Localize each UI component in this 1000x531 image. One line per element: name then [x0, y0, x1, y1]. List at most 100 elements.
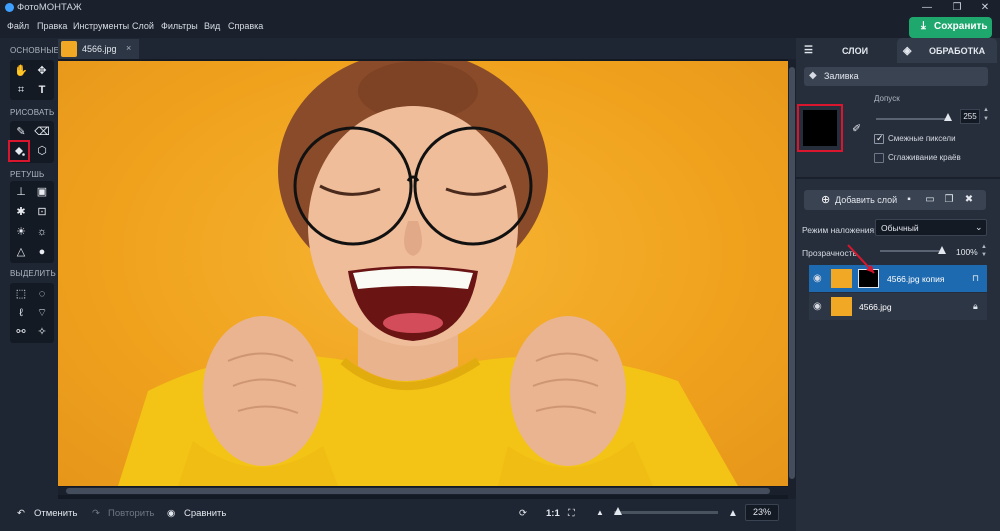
redo-button[interactable]: Повторить: [108, 508, 154, 519]
redo-icon[interactable]: ↷: [92, 508, 100, 519]
undo-button[interactable]: Отменить: [34, 508, 77, 519]
minimize-button[interactable]: —: [914, 1, 940, 15]
photo-canvas[interactable]: [58, 61, 788, 486]
layer-row-original[interactable]: ◉ 4566.jpg 🔒︎: [809, 293, 987, 320]
v-scroll-thumb[interactable]: [789, 67, 795, 479]
fill-color-preview: [803, 110, 837, 146]
compare-button[interactable]: Сравнить: [184, 508, 226, 519]
canvas-area[interactable]: [58, 59, 788, 499]
blend-mode-select[interactable]: Обычный ⌄: [875, 219, 987, 236]
layer-row-copy[interactable]: ◉ 4566.jpg копия ⊓: [809, 265, 987, 292]
magic-wand-icon[interactable]: ✧: [33, 323, 51, 341]
duplicate-layer-icon[interactable]: ❐: [943, 195, 955, 205]
menu-tools[interactable]: Инструменты: [73, 21, 129, 31]
document-tab[interactable]: 4566.jpg ×: [58, 39, 139, 59]
horizontal-scrollbar[interactable]: [58, 487, 788, 495]
lock-icon[interactable]: 🔒︎: [973, 301, 978, 312]
opacity-slider-knob[interactable]: [938, 246, 946, 254]
ellipse-select-icon[interactable]: ◌: [33, 285, 51, 303]
crop-icon[interactable]: ⌗: [12, 81, 30, 99]
zoom-slider[interactable]: [614, 511, 718, 514]
lasso-icon[interactable]: ℓ: [12, 304, 30, 322]
eyedropper-icon[interactable]: ✐: [852, 122, 861, 135]
save-button[interactable]: ⤓ Сохранить: [909, 17, 992, 38]
antialias-checkbox[interactable]: [874, 153, 884, 163]
menu-file[interactable]: Файл: [7, 21, 29, 31]
maximize-button[interactable]: ❐: [944, 1, 970, 15]
contiguous-checkbox[interactable]: ✓: [874, 133, 884, 144]
fill-bucket-icon[interactable]: [8, 140, 30, 162]
eraser-icon[interactable]: ⌫: [33, 123, 51, 141]
save-button-label: Сохранить: [934, 21, 988, 32]
menu-view[interactable]: Вид: [204, 21, 220, 31]
opacity-value[interactable]: 100%: [956, 247, 978, 257]
spin-up-icon[interactable]: ▲: [983, 107, 989, 113]
unlock-icon[interactable]: ⊓: [972, 273, 979, 284]
add-layer-button[interactable]: ⊕ Добавить слой: [804, 190, 986, 210]
fit-screen-icon[interactable]: ⛶: [568, 508, 575, 519]
menu-bar: Файл Правка Инструменты Слой Фильтры Вид…: [0, 16, 1000, 38]
opacity-spin-down-icon[interactable]: ▼: [981, 252, 987, 258]
folder-icon[interactable]: ▭: [924, 195, 936, 205]
sharpen-icon[interactable]: △: [12, 243, 30, 261]
patch-icon[interactable]: ▣: [33, 183, 51, 201]
tool-group-retouch: ⊥ ▣ ✱ ⊡ ☀ ☼ △ ●: [10, 181, 54, 263]
h-scroll-thumb[interactable]: [66, 488, 770, 494]
hand-icon[interactable]: ✋: [12, 62, 30, 80]
visibility-eye-icon[interactable]: ◉: [813, 301, 824, 312]
polygon-lasso-icon[interactable]: ⌔: [33, 304, 51, 322]
magic-lasso-icon[interactable]: ⚯: [12, 323, 30, 341]
delete-layer-icon[interactable]: ✖: [963, 195, 975, 205]
brush-icon[interactable]: ✎: [12, 123, 30, 141]
menu-help[interactable]: Справка: [228, 21, 263, 31]
zoom-out-icon[interactable]: ▲: [596, 508, 604, 517]
add-circle-icon: ⊕: [821, 194, 831, 206]
tab-layers[interactable]: ☰ СЛОИ: [804, 38, 892, 63]
move-icon[interactable]: ✥: [33, 62, 51, 80]
spin-down-icon[interactable]: ▼: [983, 116, 989, 122]
group-label-basic: ОСНОВНЫЕ: [10, 46, 60, 55]
add-layer-label: Добавить слой: [835, 195, 898, 205]
group-label-draw: РИСОВАТЬ: [10, 108, 55, 117]
tolerance-label: Допуск: [874, 94, 900, 103]
tool-name: Заливка: [824, 71, 859, 81]
fill-bucket-small-icon: ◆: [809, 70, 817, 81]
text-icon[interactable]: T: [33, 81, 51, 99]
divider: [796, 177, 1000, 179]
tolerance-slider-knob[interactable]: [944, 113, 952, 121]
tool-header: ◆ Заливка: [804, 67, 988, 86]
close-tab-icon[interactable]: ×: [126, 43, 131, 53]
tab-layers-label: СЛОИ: [842, 46, 869, 56]
visibility-eye-icon[interactable]: ◉: [813, 273, 824, 284]
tool-sidebar: ОСНОВНЫЕ ✋ ✥ ⌗ T РИСОВАТЬ ✎ ⌫ ⬡ РЕТУШЬ ⊥…: [0, 38, 60, 499]
auto-enhance-icon[interactable]: ⟳: [519, 508, 527, 519]
menu-layer[interactable]: Слой: [132, 21, 154, 31]
tolerance-value-field[interactable]: 255: [960, 109, 980, 124]
layer-mask-icon[interactable]: ▪: [903, 195, 915, 205]
rect-select-icon[interactable]: ⬚: [12, 285, 30, 303]
opacity-spin-up-icon[interactable]: ▲: [981, 244, 987, 250]
undo-icon[interactable]: ↶: [17, 508, 25, 519]
healing-icon[interactable]: ✱: [12, 203, 30, 221]
shapes-icon[interactable]: ⬡: [33, 142, 51, 160]
zoom-in-icon[interactable]: ▲: [728, 508, 738, 519]
tolerance-slider[interactable]: [876, 118, 948, 120]
zoom-value-field[interactable]: 23%: [745, 504, 779, 521]
blur-drop-icon[interactable]: ●: [33, 243, 51, 261]
tab-processing[interactable]: ◈ ОБРАБОТКА: [897, 38, 997, 63]
fill-color-swatch[interactable]: [797, 104, 843, 152]
dodge-icon[interactable]: ☀: [12, 223, 30, 241]
actual-size-button[interactable]: 1:1: [546, 508, 560, 519]
stamp-icon[interactable]: ⊥: [12, 183, 30, 201]
document-tab-name: 4566.jpg: [82, 44, 117, 54]
annotation-arrow-icon: [847, 244, 875, 274]
frame-icon[interactable]: ⊡: [33, 203, 51, 221]
layer-name: 4566.jpg: [859, 302, 892, 312]
menu-filters[interactable]: Фильтры: [161, 21, 198, 31]
menu-edit[interactable]: Правка: [37, 21, 67, 31]
vertical-scrollbar[interactable]: [788, 59, 796, 499]
close-window-button[interactable]: ✕: [972, 1, 998, 15]
compare-eye-icon[interactable]: ◉: [167, 508, 175, 519]
burn-icon[interactable]: ☼: [33, 223, 51, 241]
zoom-slider-knob[interactable]: [614, 507, 622, 515]
